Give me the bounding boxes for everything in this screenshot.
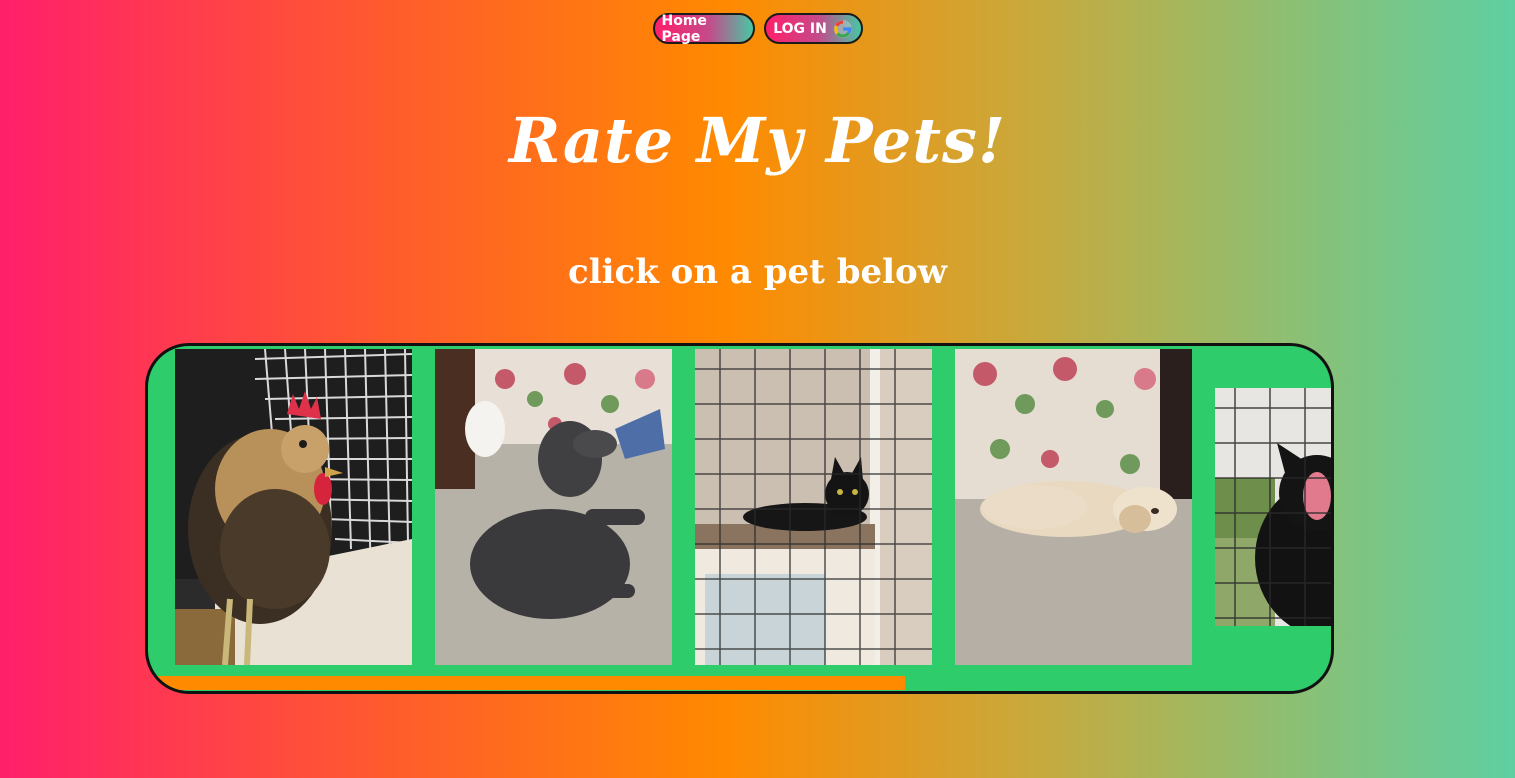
pet-photo-black-cat-yawning[interactable] — [1215, 388, 1331, 626]
top-nav: Home Page LOG IN — [0, 12, 1515, 45]
pet-gallery-track[interactable] — [175, 349, 1331, 667]
gallery-scrollbar-thumb[interactable] — [148, 676, 905, 690]
pet-photo-poodle[interactable] — [435, 349, 672, 665]
home-page-label: Home Page — [661, 12, 707, 45]
login-label: LOG IN — [773, 20, 827, 37]
pet-photo-black-cat[interactable] — [695, 349, 932, 665]
pet-gallery[interactable] — [145, 343, 1334, 694]
page-title: Rate My Pets! — [508, 104, 1007, 177]
page-subtitle: click on a pet below — [568, 252, 947, 292]
google-g-icon — [833, 19, 853, 39]
home-page-button[interactable]: Home Page — [652, 12, 755, 45]
login-button[interactable]: LOG IN — [763, 13, 863, 44]
pet-photo-rooster[interactable] — [175, 349, 412, 665]
pet-photo-cocker-spaniel[interactable] — [955, 349, 1192, 665]
